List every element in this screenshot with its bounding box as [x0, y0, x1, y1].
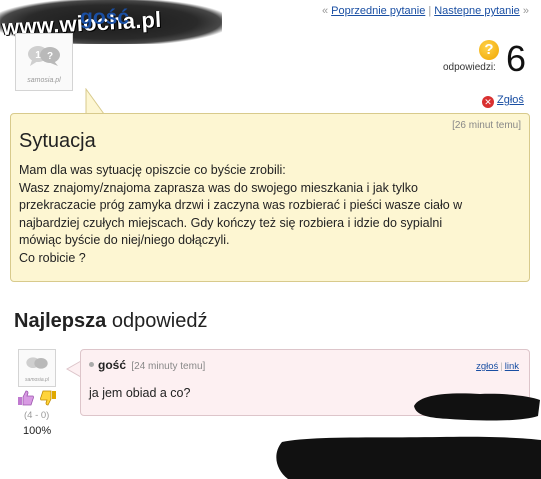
svg-text:?: ?	[47, 51, 53, 62]
question-body-line: najbardziej czułych miejscach. Gdy kończ…	[19, 215, 443, 230]
speech-bubbles-icon	[26, 357, 48, 370]
thumbs-down-icon[interactable]	[39, 390, 57, 406]
question-box: [26 minut temu] Sytuacja Mam dla was syt…	[10, 113, 530, 282]
vote-controls	[17, 390, 57, 411]
question-body-line: Co robicie ?	[19, 250, 86, 265]
best-answer-heading: Najlepsza odpowiedź	[14, 310, 208, 332]
answer-avatar: samosia.pl	[18, 349, 56, 387]
question-title: Sytuacja	[19, 130, 96, 152]
question-body-line: przekraczacie próg zamyka drzwi i zaczyn…	[19, 198, 463, 212]
question-body-line: mówiąc byście do niej/niego dołączyli.	[19, 233, 230, 247]
speech-bubbles-icon: 1 ?	[28, 46, 60, 67]
answer-time: [24 minuty temu]	[131, 361, 206, 372]
avatar: 1 ? samosia.pl	[15, 33, 73, 91]
question-mark-icon: ?	[479, 40, 499, 60]
question-time: [26 minut temu]	[452, 120, 521, 131]
question-bubble-tail	[85, 88, 105, 115]
avatar-caption: samosia.pl	[27, 77, 61, 84]
question-body: Mam dla was sytuację opiszcie co byście …	[19, 162, 519, 267]
bullet-icon	[89, 362, 94, 367]
svg-text:1: 1	[35, 50, 41, 61]
answer-header: gość [24 minuty temu]	[89, 358, 205, 372]
question-body-line: Wasz znajomy/znajoma zaprasza was do swo…	[19, 180, 419, 195]
report-question-link[interactable]: ✕ Zgłoś	[482, 94, 524, 108]
next-question-link[interactable]: Nastepne pytanie	[434, 5, 520, 17]
question-navigation: « Poprzednie pytanie | Nastepne pytanie »	[321, 5, 529, 17]
answer-permalink[interactable]: link	[505, 361, 519, 372]
vote-count: (4 - 0)	[24, 410, 50, 421]
avatar-caption: samosia.pl	[25, 377, 49, 383]
answers-label: odpowiedzi:	[443, 62, 496, 73]
previous-question-link[interactable]: Poprzednie pytanie	[331, 5, 425, 17]
redaction-scribble	[276, 436, 541, 479]
question-author[interactable]: gość	[80, 6, 129, 30]
report-answer-link[interactable]: zgłoś	[476, 361, 498, 372]
answers-count: 6	[506, 38, 527, 79]
vote-percent: 100%	[23, 425, 52, 437]
thumbs-up-icon[interactable]	[17, 390, 35, 406]
answer-text: ja jem obiad a co?	[89, 386, 191, 400]
redaction-scribble	[414, 393, 540, 421]
answer-actions: zgłoś | link	[476, 361, 519, 372]
report-icon: ✕	[482, 96, 494, 108]
answer-author[interactable]: gość	[98, 358, 126, 372]
question-body-line: Mam dla was sytuację opiszcie co byście …	[19, 163, 286, 177]
